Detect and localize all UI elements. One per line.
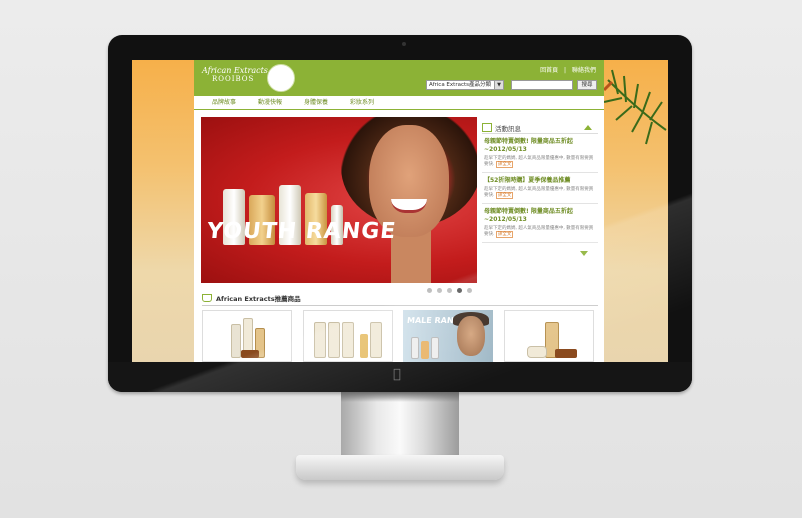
news-heading: 活動訊息: [495, 124, 521, 133]
category-select-value: Africa Extracts產品分類: [429, 82, 491, 88]
product-bottle: [328, 322, 340, 358]
main-nav: 品牌故事 動漫快報 身體保養 彩妝系列: [194, 96, 604, 110]
contact-link[interactable]: 聯絡我們: [572, 67, 596, 74]
product-bottle: [431, 337, 439, 359]
male-range-card[interactable]: MALE RANGE: [403, 310, 493, 362]
slider-dot[interactable]: [437, 288, 442, 293]
product-card[interactable]: [303, 310, 393, 362]
nav-item-brand-story[interactable]: 品牌故事: [212, 96, 236, 109]
slider-dot[interactable]: [427, 288, 432, 293]
read-more-button[interactable]: 詳全文: [495, 231, 514, 238]
news-item-title[interactable]: 母親節特賣倒數! 限量商品五折起~2012/05/13: [484, 208, 596, 224]
calendar-icon: [482, 123, 492, 132]
product-card[interactable]: [202, 310, 292, 362]
top-links: 回首頁 | 聯絡我們: [536, 65, 596, 74]
link-separator: |: [564, 67, 567, 74]
news-item[interactable]: 母親節特賣倒數! 限量商品五折起~2012/05/13 趁早下定的媽媽, 超人氣…: [482, 134, 598, 173]
slider-dot-active[interactable]: [457, 288, 462, 293]
camera: [402, 42, 406, 46]
search-input[interactable]: [511, 80, 573, 90]
logo-sub: ROOIBOS: [212, 75, 255, 83]
product-bottle: [411, 337, 419, 359]
product-card[interactable]: [504, 310, 594, 362]
nav-item-news[interactable]: 動漫快報: [258, 96, 282, 109]
home-link[interactable]: 回首頁: [540, 67, 558, 74]
apple-logo-icon: : [393, 367, 401, 382]
read-more-button[interactable]: 詳全文: [495, 161, 514, 168]
hero-banner[interactable]: YOUTH RANGE: [201, 117, 477, 283]
website-page: African Extracts ROOIBOS 回首頁 | 聯絡我們 Afri…: [194, 60, 604, 362]
news-header: 活動訊息: [482, 122, 598, 134]
news-panel: 活動訊息 母親節特賣倒數! 限量商品五折起~2012/05/13 趁早下定的媽媽…: [482, 122, 598, 256]
bag-icon: [202, 294, 212, 302]
news-item-title[interactable]: 【52折限時購】夏季保養品推薦: [484, 177, 596, 185]
read-more-button[interactable]: 詳全文: [495, 192, 514, 199]
nav-item-makeup[interactable]: 彩妝系列: [350, 96, 374, 109]
news-item[interactable]: 【52折限時購】夏季保養品推薦 趁早下定的媽媽, 超人氣商品限量優惠中, 數量有…: [482, 173, 598, 204]
product-bottle: [314, 322, 326, 358]
male-model-face: [457, 316, 485, 356]
news-item-title[interactable]: 母親節特賣倒數! 限量商品五折起~2012/05/13: [484, 138, 596, 154]
chevron-down-icon: ▼: [494, 81, 503, 89]
product-bottle: [370, 322, 382, 358]
product-bottle: [231, 324, 241, 358]
category-select[interactable]: Africa Extracts產品分類 ▼: [426, 80, 504, 90]
product-bottle: [360, 334, 368, 358]
nav-item-body-care[interactable]: 身體保養: [304, 96, 328, 109]
monitor-stand-neck: [341, 392, 459, 462]
arrow-up-icon[interactable]: [584, 125, 592, 130]
product-soap: [555, 349, 577, 358]
product-bottle: [421, 341, 429, 359]
site-header: African Extracts ROOIBOS 回首頁 | 聯絡我們 Afri…: [194, 60, 604, 96]
hero-title: YOUTH RANGE: [205, 219, 398, 244]
logo-script: African Extracts: [202, 66, 268, 75]
slider-dots: [427, 288, 477, 293]
news-item[interactable]: 母親節特賣倒數! 限量商品五折起~2012/05/13 趁早下定的媽媽, 超人氣…: [482, 204, 598, 243]
screen: African Extracts ROOIBOS 回首頁 | 聯絡我們 Afri…: [132, 60, 668, 362]
desktop-mockup:  African Extracts ROOIBOS 回首頁: [0, 0, 802, 518]
recommend-heading: African Extracts推薦商品: [216, 295, 301, 303]
arrow-down-icon[interactable]: [580, 251, 588, 256]
brand-seal-icon: [267, 64, 295, 92]
slider-dot[interactable]: [467, 288, 472, 293]
product-jar: [527, 346, 547, 358]
divider: [202, 305, 598, 306]
brand-logo[interactable]: African Extracts ROOIBOS: [202, 66, 268, 83]
product-bottle: [342, 322, 354, 358]
search-button[interactable]: 搜尋: [577, 80, 597, 90]
slider-dot[interactable]: [447, 288, 452, 293]
recommend-header: African Extracts推薦商品: [202, 293, 301, 303]
stand-shadow: [341, 392, 459, 402]
palm-leaf-decoration: [602, 69, 667, 145]
product-soap: [241, 350, 259, 358]
monitor-stand-foot: [296, 455, 504, 480]
